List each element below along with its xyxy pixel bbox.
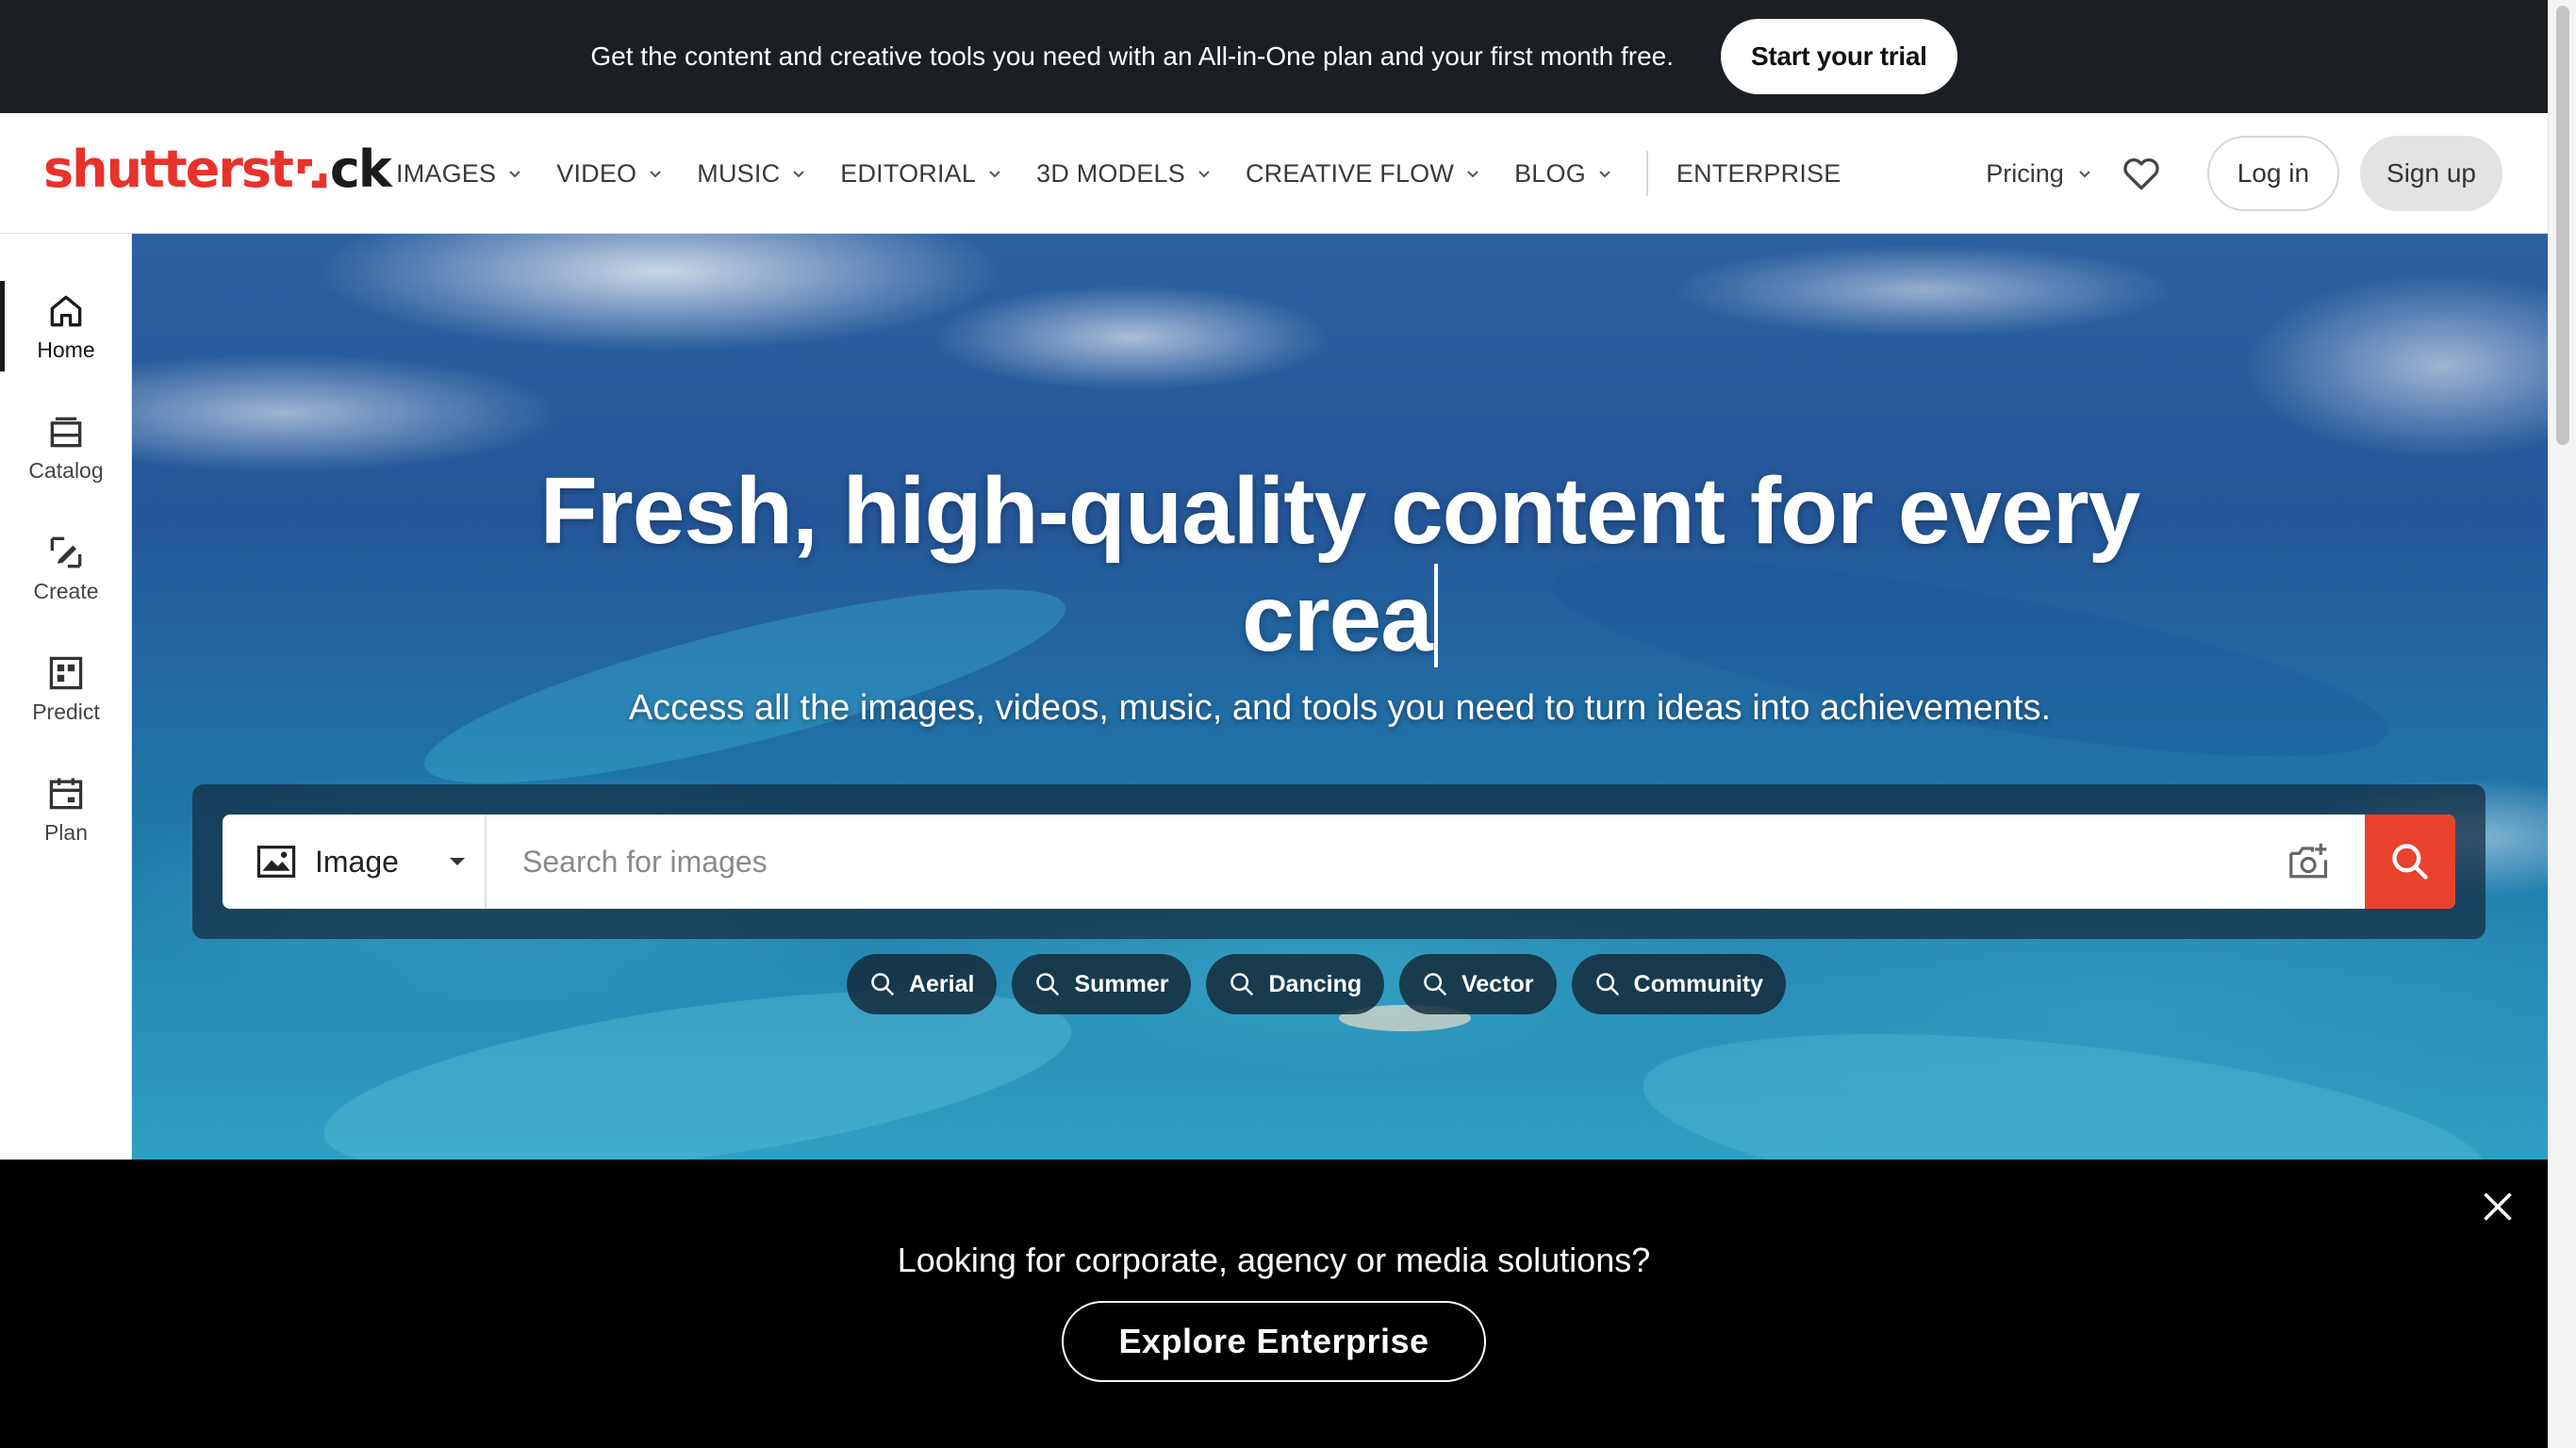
- logo-text-part2: ck: [329, 140, 392, 199]
- sidebar-item-plan[interactable]: Plan: [0, 762, 132, 856]
- sidebar-item-catalog[interactable]: Catalog: [0, 400, 132, 494]
- search-input[interactable]: [487, 814, 2287, 909]
- scrollbar-thumb[interactable]: [2556, 6, 2569, 445]
- nav-video[interactable]: VIDEO: [556, 159, 663, 189]
- nav-label: EDITORIAL: [840, 158, 977, 188]
- nav-3d-models[interactable]: 3D MODELS: [1036, 159, 1212, 189]
- chip-dancing[interactable]: Dancing: [1206, 954, 1385, 1014]
- promo-bar: Get the content and creative tools you n…: [0, 0, 2548, 113]
- promo-text: Get the content and creative tools you n…: [590, 41, 1675, 71]
- search-icon: [1424, 973, 1446, 996]
- chip-summer[interactable]: Summer: [1012, 954, 1192, 1014]
- hero-title: Fresh, high-quality content for every cr…: [132, 458, 2548, 671]
- chip-label: Dancing: [1268, 970, 1362, 997]
- search-icon: [2392, 844, 2428, 880]
- chip-vector[interactable]: Vector: [1399, 954, 1557, 1014]
- nav-label: ENTERPRISE: [1676, 158, 1841, 188]
- heart-icon[interactable]: [2121, 153, 2162, 194]
- chip-community[interactable]: Community: [1571, 954, 1787, 1014]
- asset-type-dropdown[interactable]: Image: [223, 814, 487, 909]
- typing-caret: [1433, 564, 1438, 667]
- chip-label: Vector: [1461, 970, 1534, 997]
- nav-images[interactable]: IMAGES: [396, 159, 522, 189]
- main-nav: IMAGES VIDEO MUSIC EDITORIAL 3D MODELS C…: [396, 113, 1874, 234]
- sidebar-item-create[interactable]: Create: [0, 520, 132, 615]
- shutterstock-logo[interactable]: shutterst ck: [43, 140, 392, 199]
- sidebar-item-label: Home: [37, 337, 95, 362]
- nav-label: CREATIVE FLOW: [1245, 158, 1455, 188]
- pricing-label: Pricing: [1986, 158, 2064, 188]
- chevron-down-icon: [2079, 171, 2090, 178]
- caret-down-icon: [449, 858, 465, 865]
- home-icon: [50, 295, 82, 326]
- search-button[interactable]: [2365, 814, 2455, 909]
- sidebar-item-label: Predict: [32, 699, 100, 724]
- nav-blog[interactable]: BLOG: [1514, 159, 1612, 189]
- sidebar-item-label: Catalog: [28, 457, 104, 483]
- page-scrollbar[interactable]: [2548, 0, 2576, 1448]
- explore-enterprise-button[interactable]: Explore Enterprise: [1062, 1301, 1486, 1382]
- water-texture: [1634, 1000, 2496, 1160]
- nav-label: BLOG: [1514, 158, 1586, 188]
- site-header: shutterst ck IMAGES VIDEO MUSIC EDITORIA…: [0, 113, 2548, 234]
- log-in-button[interactable]: Log in: [2206, 136, 2340, 211]
- header-actions: Pricing Log in Sign up: [1986, 128, 2502, 219]
- catalog-icon: [50, 417, 82, 447]
- image-icon: [256, 846, 296, 878]
- chevron-down-icon: [1198, 171, 1210, 178]
- sidebar-item-label: Create: [33, 578, 99, 603]
- search-by-image-icon[interactable]: [2287, 842, 2331, 881]
- nav-editorial[interactable]: EDITORIAL: [840, 159, 1002, 189]
- chip-label: Summer: [1074, 970, 1169, 997]
- predict-icon: [49, 656, 83, 689]
- nav-music[interactable]: MUSIC: [697, 159, 806, 189]
- chip-label: Community: [1633, 970, 1764, 997]
- logo-text-part1: shutterst: [43, 140, 294, 199]
- close-icon: [2484, 1192, 2512, 1221]
- sidebar-item-label: Plan: [43, 819, 89, 845]
- enterprise-banner: Looking for corporate, agency or media s…: [0, 1160, 2548, 1448]
- chevron-down-icon: [989, 171, 1000, 178]
- hero-title-line2: crea: [1242, 566, 1433, 671]
- sidebar-item-home[interactable]: Home: [0, 279, 132, 373]
- hero-title-line1: Fresh, high-quality content for every: [539, 458, 2141, 564]
- chevron-down-icon: [793, 171, 804, 178]
- search-icon: [1036, 973, 1060, 996]
- search-icon: [871, 973, 894, 996]
- chip-label: Aerial: [908, 970, 975, 997]
- sidebar-item-predict[interactable]: Predict: [0, 641, 132, 735]
- chevron-down-icon: [509, 171, 520, 178]
- create-icon: [50, 536, 82, 568]
- suggestion-chips: Aerial Summer Dancing Vector Community: [132, 954, 2548, 1014]
- sign-up-button[interactable]: Sign up: [2360, 136, 2502, 211]
- chevron-down-icon: [1599, 171, 1610, 178]
- enterprise-banner-title: Looking for corporate, agency or media s…: [897, 1241, 1651, 1279]
- search-icon: [1595, 973, 1619, 996]
- asset-type-label: Image: [315, 844, 399, 879]
- chevron-down-icon: [650, 171, 661, 178]
- search-panel: Image: [192, 784, 2485, 939]
- close-banner-button[interactable]: [2478, 1188, 2518, 1227]
- nav-label: 3D MODELS: [1036, 158, 1185, 188]
- pricing-menu[interactable]: Pricing: [1986, 159, 2092, 189]
- start-trial-button[interactable]: Start your trial: [1721, 19, 1957, 94]
- plan-icon: [49, 778, 83, 809]
- nav-label: MUSIC: [697, 158, 781, 188]
- hero-section: Fresh, high-quality content for every cr…: [132, 234, 2548, 1160]
- chevron-down-icon: [1467, 171, 1478, 178]
- chip-aerial[interactable]: Aerial: [846, 954, 998, 1014]
- nav-label: VIDEO: [556, 158, 637, 188]
- nav-label: IMAGES: [396, 158, 497, 188]
- search-icon: [1230, 973, 1254, 996]
- search-bar: Image: [223, 814, 2455, 909]
- nav-enterprise[interactable]: ENTERPRISE: [1676, 159, 1841, 189]
- hero-subtitle: Access all the images, videos, music, an…: [628, 688, 2052, 728]
- nav-divider: [1645, 151, 1648, 196]
- logo-o-mark-icon: [297, 158, 327, 188]
- nav-creative-flow[interactable]: CREATIVE FLOW: [1246, 159, 1480, 189]
